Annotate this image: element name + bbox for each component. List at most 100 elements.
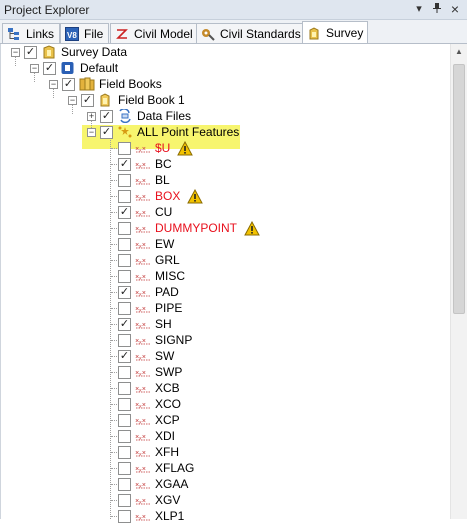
feature-checkbox[interactable]: [118, 429, 131, 443]
tree-connector: [111, 340, 117, 341]
tree-node-all-point-features[interactable]: − ✓ ALL Point Features: [87, 124, 239, 140]
feature-item[interactable]: ×ₓ× XDI: [111, 428, 175, 444]
collapse-icon[interactable]: −: [11, 47, 20, 57]
feature-item[interactable]: ×ₓ× XFH: [111, 444, 179, 460]
feature-label: MISC: [155, 269, 185, 283]
collapse-icon[interactable]: −: [30, 63, 39, 73]
feature-item[interactable]: ✓ ×ₓ× BC: [111, 156, 172, 172]
feature-item[interactable]: ✓ ×ₓ× SW: [111, 348, 174, 364]
feature-label: DUMMYPOINT: [155, 221, 237, 235]
feature-checkbox[interactable]: [118, 141, 131, 155]
feature-checkbox[interactable]: [118, 381, 131, 395]
feature-item[interactable]: ×ₓ× XCB: [111, 380, 180, 396]
feature-checkbox[interactable]: [118, 461, 131, 475]
feature-checkbox[interactable]: [118, 397, 131, 411]
feature-checkbox[interactable]: ✓: [118, 205, 131, 219]
checkbox[interactable]: ✓: [43, 61, 56, 75]
feature-label: XCB: [155, 381, 180, 395]
tab-label: Civil Model: [134, 27, 193, 41]
checkbox[interactable]: ✓: [81, 93, 94, 107]
feature-item[interactable]: ×ₓ× PIPE: [111, 300, 182, 316]
checkbox[interactable]: ✓: [62, 77, 75, 91]
feature-checkbox[interactable]: ✓: [118, 157, 131, 171]
feature-item[interactable]: ×ₓ× SWP: [111, 364, 182, 380]
feature-checkbox[interactable]: [118, 301, 131, 315]
checkbox[interactable]: ✓: [24, 45, 37, 59]
tree-connector: [111, 516, 117, 517]
feature-item[interactable]: ×ₓ× XGAA: [111, 476, 189, 492]
point-feature-icon: ×ₓ×: [135, 461, 151, 475]
tree-node-field-books[interactable]: − ✓ Field Books: [49, 76, 162, 92]
tree-label: Data Files: [137, 109, 192, 123]
tab-survey[interactable]: Survey: [302, 21, 368, 44]
pin-icon[interactable]: [430, 2, 444, 16]
feature-checkbox[interactable]: [118, 477, 131, 491]
tab-civil-model[interactable]: Civil Model: [110, 23, 199, 44]
feature-item[interactable]: ×ₓ× XCO: [111, 396, 181, 412]
tree-connector: [111, 436, 117, 437]
feature-checkbox[interactable]: ✓: [118, 285, 131, 299]
feature-label: XCP: [155, 413, 180, 427]
feature-checkbox[interactable]: [118, 189, 131, 203]
tree-connector: [111, 212, 117, 213]
feature-checkbox[interactable]: [118, 445, 131, 459]
feature-item[interactable]: ×ₓ× XGV: [111, 492, 180, 508]
feature-item[interactable]: ×ₓ× GRL: [111, 252, 180, 268]
feature-item[interactable]: ×ₓ× XFLAG: [111, 460, 194, 476]
close-icon[interactable]: ×: [448, 2, 462, 16]
tab-links[interactable]: Links: [2, 23, 61, 44]
collapse-icon[interactable]: −: [87, 127, 96, 137]
expand-icon[interactable]: +: [87, 111, 96, 121]
tab-civil-standards[interactable]: Civil Standards: [196, 23, 307, 44]
tree-connector: [111, 244, 117, 245]
collapse-icon[interactable]: −: [68, 95, 77, 105]
scroll-thumb[interactable]: [453, 64, 465, 314]
feature-item[interactable]: ×ₓ× SIGNP: [111, 332, 192, 348]
feature-item[interactable]: ×ₓ× XCP: [111, 412, 180, 428]
feature-checkbox[interactable]: [118, 365, 131, 379]
feature-checkbox[interactable]: [118, 493, 131, 507]
tree-node-field-book-1[interactable]: − ✓ Field Book 1: [68, 92, 185, 108]
feature-checkbox[interactable]: [118, 333, 131, 347]
point-feature-icon: ×ₓ×: [135, 333, 151, 347]
checkbox[interactable]: ✓: [100, 125, 113, 139]
feature-item[interactable]: ×ₓ× DUMMYPOINT: [111, 220, 260, 236]
feature-checkbox[interactable]: [118, 413, 131, 427]
tree-connector: [111, 276, 117, 277]
tree-connector: [111, 164, 117, 165]
feature-item[interactable]: ×ₓ× EW: [111, 236, 174, 252]
feature-checkbox[interactable]: [118, 253, 131, 267]
feature-label: XLP1: [155, 509, 185, 523]
feature-checkbox[interactable]: [118, 237, 131, 251]
tree-node-default[interactable]: − ✓ Default: [30, 60, 118, 76]
feature-item[interactable]: ×ₓ× XLP1: [111, 508, 185, 524]
feature-item[interactable]: ✓ ×ₓ× SH: [111, 316, 172, 332]
tab-label: File: [84, 27, 104, 41]
point-feature-icon: ×ₓ×: [135, 301, 151, 315]
tree-connector: [111, 260, 117, 261]
tree-node-survey-data[interactable]: − ✓ Survey Data: [11, 44, 127, 60]
feature-item[interactable]: ✓ ×ₓ× CU: [111, 204, 172, 220]
point-feature-icon: ×ₓ×: [135, 221, 151, 235]
feature-checkbox[interactable]: [118, 269, 131, 283]
tree-node-data-files[interactable]: + ✓ Data Files: [87, 108, 191, 124]
warning-icon: [187, 188, 204, 204]
feature-checkbox[interactable]: [118, 509, 131, 523]
checkbox[interactable]: ✓: [100, 109, 113, 123]
vertical-scrollbar[interactable]: ▲: [450, 44, 467, 519]
feature-item[interactable]: ×ₓ× BL: [111, 172, 170, 188]
feature-item[interactable]: ×ₓ× $U: [111, 140, 194, 156]
feature-item[interactable]: ✓ ×ₓ× PAD: [111, 284, 179, 300]
dropdown-icon[interactable]: ▾: [412, 2, 426, 16]
feature-item[interactable]: ×ₓ× MISC: [111, 268, 185, 284]
tree-connector: [111, 356, 117, 357]
scroll-up-icon[interactable]: ▲: [451, 44, 467, 60]
feature-label: XGAA: [155, 477, 189, 491]
feature-item[interactable]: ×ₓ× BOX: [111, 188, 204, 204]
feature-checkbox[interactable]: [118, 221, 131, 235]
feature-checkbox[interactable]: ✓: [118, 317, 131, 331]
feature-checkbox[interactable]: [118, 173, 131, 187]
tab-file[interactable]: V8 File: [60, 23, 110, 44]
collapse-icon[interactable]: −: [49, 79, 58, 89]
feature-checkbox[interactable]: ✓: [118, 349, 131, 363]
